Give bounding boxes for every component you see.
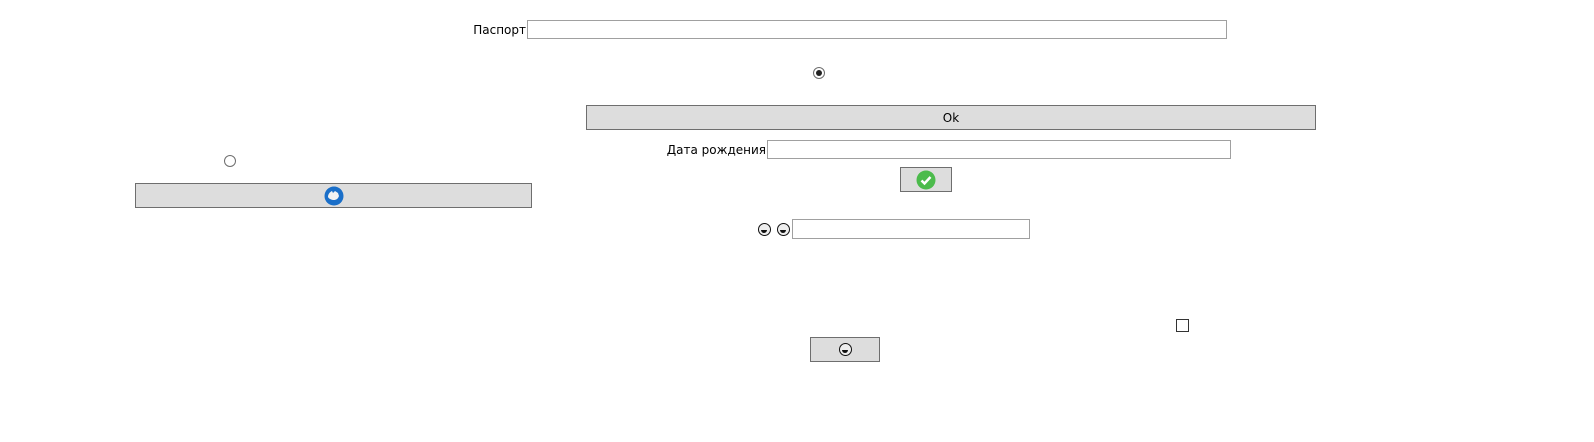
checkbox[interactable] [1176, 319, 1189, 332]
check-circle-icon [916, 170, 936, 189]
emoji-input[interactable] [792, 219, 1030, 239]
radio-button-checked[interactable] [813, 67, 825, 79]
refresh-icon [324, 186, 343, 205]
refresh-button[interactable] [135, 183, 532, 208]
laughing-emoji-icon [838, 343, 852, 356]
emoji-button[interactable] [810, 337, 880, 362]
radio-button-unchecked[interactable] [224, 155, 236, 167]
passport-label: Паспорт [473, 23, 526, 37]
ok-button[interactable]: Ok [586, 105, 1316, 130]
confirm-button[interactable] [900, 167, 952, 192]
passport-input[interactable] [527, 20, 1227, 39]
grinning-emoji-icon [777, 223, 790, 236]
birth-date-input[interactable] [767, 140, 1231, 159]
birth-date-label: Дата рождения [666, 143, 766, 157]
laughing-emoji-icon [758, 223, 771, 236]
